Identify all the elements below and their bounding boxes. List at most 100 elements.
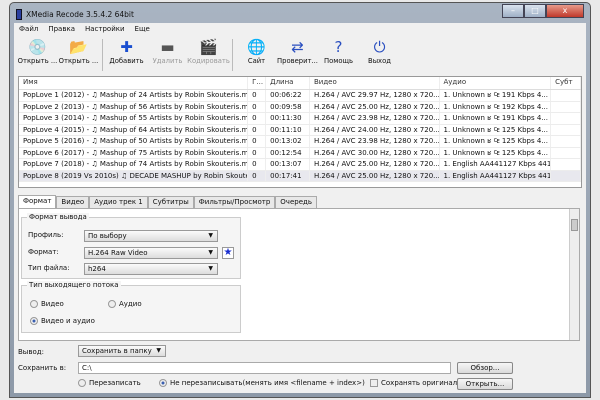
tab-subtitles[interactable]: Субтитры	[147, 196, 194, 208]
radio-circle	[159, 379, 167, 387]
col-g[interactable]: Г...	[248, 77, 267, 89]
output-format-group: Формат вывода Профиль: По выбору ▼ Формат…	[21, 213, 241, 279]
open-folder-icon: 📂	[69, 38, 88, 56]
cell: 0	[248, 113, 267, 124]
cell: H.264 / AVC 30.00 Hz, 1280 x 720...	[310, 147, 440, 158]
cell	[551, 113, 581, 124]
table-row[interactable]: PopLove 2 (2013) - ♫ Mashup of 56 Artist…	[19, 101, 581, 113]
tab-audio-track[interactable]: Аудио трек 1	[89, 196, 148, 208]
open-file-button[interactable]: 💿 Открыть ...	[17, 37, 58, 65]
cell: PopLove 6 (2017) - ♫ Mashup of 75 Artist…	[19, 147, 249, 158]
filetype-label: Тип файла:	[28, 264, 70, 272]
radio-circle	[78, 379, 86, 387]
cell: PopLove 4 (2015) - ♫ Mashup of 64 Artist…	[19, 124, 249, 135]
cell: 00:13:07	[266, 159, 310, 170]
cell: PopLove 8 (2019 Vs 2010s) ♫ DECADE MASHU…	[19, 170, 249, 181]
open-folder-button[interactable]: 📂 Открыть ...	[58, 37, 99, 65]
radio-label: Перезаписать	[89, 379, 141, 387]
table-row[interactable]: PopLove 5 (2016) - ♫ Mashup of 50 Artist…	[19, 136, 581, 148]
cell: 00:11:10	[266, 124, 310, 135]
cell: PopLove 1 (2012) - ♫ Mashup of 24 Artist…	[19, 90, 249, 101]
dropdown-arrow-icon: ▼	[156, 347, 161, 354]
radio-video[interactable]: Видео	[30, 300, 64, 308]
close-button[interactable]: x	[546, 4, 584, 18]
file-list[interactable]: Имя Г... Длина Видео Аудио Субт PopLove …	[18, 76, 582, 188]
browse-button[interactable]: Обзор...	[457, 362, 513, 374]
group-title: Тип выходящего потока	[27, 281, 121, 289]
cell: 00:17:41	[266, 170, 310, 181]
cell: H.264 / AVC 25.00 Hz, 1280 x 720...	[310, 101, 440, 112]
profile-value: По выбору	[88, 232, 127, 240]
col-duration[interactable]: Длина	[266, 77, 310, 89]
toolbar-label: Добавить	[109, 57, 144, 65]
check-update-button[interactable]: ⇄ Проверит...	[277, 37, 318, 65]
save-path-input[interactable]: C:\	[78, 362, 451, 374]
table-row[interactable]: PopLove 8 (2019 Vs 2010s) ♫ DECADE MASHU…	[19, 170, 581, 182]
open-folder-button[interactable]: Открыть...	[457, 378, 513, 390]
col-video[interactable]: Видео	[310, 77, 440, 89]
panel-scrollbar[interactable]	[569, 209, 579, 340]
help-button[interactable]: ? Помощь	[318, 37, 359, 65]
cell: 1. English AA441127 Kbps 441...	[440, 159, 552, 170]
add-button[interactable]: ✚ Добавить	[106, 37, 147, 65]
cell: 1. Unknown ʁ ₠ 125 Kbps 4...	[440, 124, 552, 135]
cell: 1. Unknown ʁ ₠ 192 Kbps 4...	[440, 101, 552, 112]
format-label: Формат:	[28, 248, 59, 256]
radio-label: Видео	[41, 300, 64, 308]
table-row[interactable]: PopLove 6 (2017) - ♫ Mashup of 75 Artist…	[19, 147, 581, 159]
cell	[551, 136, 581, 147]
tab-queue[interactable]: Очередь	[275, 196, 317, 208]
encode-button[interactable]: 🎬 Кодировать	[187, 37, 230, 65]
dropdown-arrow-icon: ▼	[208, 249, 213, 256]
radio-circle	[30, 317, 38, 325]
col-subtitles[interactable]: Субт	[551, 77, 581, 89]
radio-overwrite[interactable]: Перезаписать	[78, 379, 141, 387]
maximize-button[interactable]: □	[524, 4, 546, 18]
radio-video-audio[interactable]: Видео и аудио	[30, 317, 95, 325]
tab-filters[interactable]: Фильтры/Просмотр	[193, 196, 276, 208]
radio-label: Видео и аудио	[41, 317, 95, 325]
menu-more[interactable]: Еще	[135, 25, 150, 33]
cell: PopLove 7 (2018) - ♫ Mashup of 74 Artist…	[19, 159, 249, 170]
remove-button[interactable]: ▬ Удалить	[147, 37, 188, 65]
format-select[interactable]: H.264 Raw Video ▼	[84, 247, 218, 259]
radio-audio[interactable]: Аудио	[108, 300, 142, 308]
cell	[551, 159, 581, 170]
profile-select[interactable]: По выбору ▼	[84, 230, 218, 242]
menu-edit[interactable]: Правка	[48, 25, 75, 33]
toolbar-label: Помощь	[324, 57, 353, 65]
toolbar-label: Кодировать	[187, 57, 230, 65]
table-row[interactable]: PopLove 3 (2014) - ♫ Mashup of 55 Artist…	[19, 113, 581, 125]
tab-video[interactable]: Видео	[56, 196, 90, 208]
filetype-select[interactable]: h264 ▼	[84, 263, 218, 275]
app-icon	[16, 8, 22, 20]
minimize-button[interactable]: –	[502, 4, 524, 18]
tab-format[interactable]: Формат	[18, 195, 57, 208]
table-row[interactable]: PopLove 4 (2015) - ♫ Mashup of 64 Artist…	[19, 124, 581, 136]
table-row[interactable]: PopLove 7 (2018) - ♫ Mashup of 74 Artist…	[19, 159, 581, 171]
cell: H.264 / AVC 29.97 Hz, 1280 x 720...	[310, 90, 440, 101]
exit-button[interactable]: ⏻ Выход	[359, 37, 400, 65]
dropdown-arrow-icon: ▼	[208, 265, 213, 272]
menu-settings[interactable]: Настройки	[85, 25, 125, 33]
radio-no-overwrite[interactable]: Не перезаписывать(менять имя <filename +…	[159, 379, 365, 387]
toolbar-label: Проверит...	[277, 57, 318, 65]
cell	[551, 170, 581, 181]
toolbar-label: Открыть ...	[17, 57, 58, 65]
favorite-star-icon[interactable]: ★	[222, 247, 234, 259]
checkbox-box	[370, 379, 378, 387]
output-select[interactable]: Сохранить в папку ▼	[78, 345, 166, 357]
dropdown-arrow-icon: ▼	[208, 232, 213, 239]
cell: 1. Unknown ʁ ₠ 125 Kbps 4...	[440, 136, 552, 147]
col-name[interactable]: Имя	[19, 77, 249, 89]
toolbar-separator	[232, 39, 233, 71]
cell: 0	[248, 147, 267, 158]
menu-file[interactable]: Файл	[19, 25, 38, 33]
cell: 00:06:22	[266, 90, 310, 101]
output-label: Вывод:	[18, 348, 44, 356]
radio-label: Аудио	[119, 300, 142, 308]
col-audio[interactable]: Аудио	[440, 77, 552, 89]
table-row[interactable]: PopLove 1 (2012) - ♫ Mashup of 24 Artist…	[19, 90, 581, 102]
site-button[interactable]: 🌐 Сайт	[236, 37, 277, 65]
scroll-thumb[interactable]	[571, 219, 578, 231]
